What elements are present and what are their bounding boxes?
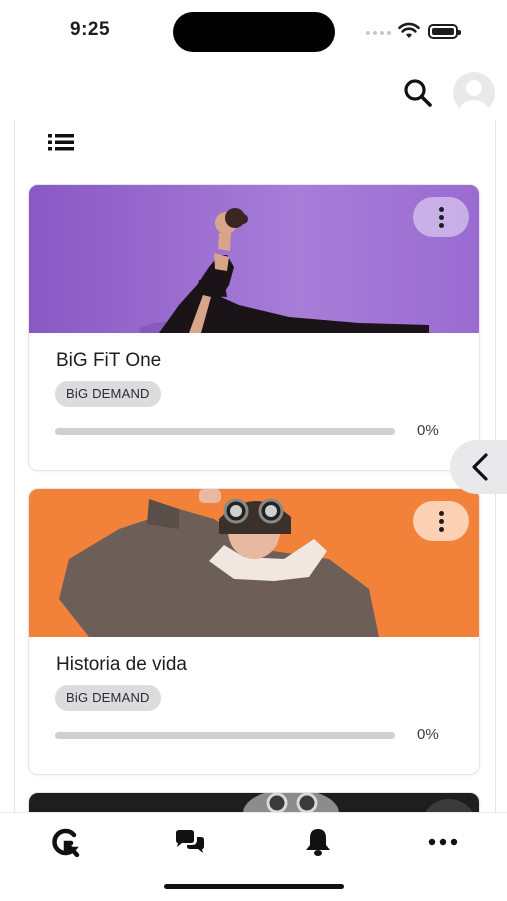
header-actions	[401, 72, 495, 114]
course-badge: BiG DEMAND	[55, 381, 161, 407]
course-thumbnail-aviator	[29, 489, 479, 637]
user-avatar-icon	[459, 80, 489, 114]
dynamic-island	[173, 12, 335, 52]
more-vertical-icon	[438, 510, 444, 516]
more-horizontal-icon	[428, 838, 458, 846]
course-options-button[interactable]	[413, 501, 469, 541]
status-time: 9:25	[70, 19, 111, 40]
nav-home[interactable]	[45, 827, 85, 857]
status-bar: 9:25	[0, 0, 507, 62]
nav-notifications[interactable]	[298, 827, 338, 857]
home-indicator	[164, 884, 344, 889]
progress-bar	[55, 732, 395, 739]
side-drawer-handle[interactable]	[450, 440, 507, 494]
wifi-icon	[398, 22, 420, 38]
brand-logo-icon	[52, 828, 80, 857]
progress-label: 0%	[417, 726, 439, 743]
progress-label: 0%	[417, 422, 439, 439]
search-icon	[404, 79, 432, 107]
progress-bar	[55, 428, 395, 435]
course-options-button[interactable]	[413, 197, 469, 237]
signal-icon	[366, 31, 391, 35]
course-card[interactable]: BiG FiT One BiG DEMAND 0%	[28, 184, 480, 471]
avatar[interactable]	[453, 72, 495, 114]
course-card[interactable]: Historia de vida BiG DEMAND 0%	[28, 488, 480, 775]
chat-bubbles-icon	[176, 830, 204, 853]
course-title: BiG FiT One	[56, 350, 162, 371]
more-vertical-icon	[438, 206, 444, 212]
course-badge: BiG DEMAND	[55, 685, 161, 711]
battery-icon	[428, 24, 461, 39]
chevron-left-icon	[472, 453, 488, 481]
course-title: Historia de vida	[56, 654, 187, 675]
nav-more[interactable]	[423, 827, 463, 857]
list-view-button[interactable]	[34, 128, 88, 161]
course-thumbnail-yoga	[29, 185, 479, 333]
search-button[interactable]	[401, 76, 435, 110]
nav-chat[interactable]	[170, 827, 210, 857]
bell-icon	[306, 829, 330, 856]
list-view-icon	[48, 134, 74, 151]
